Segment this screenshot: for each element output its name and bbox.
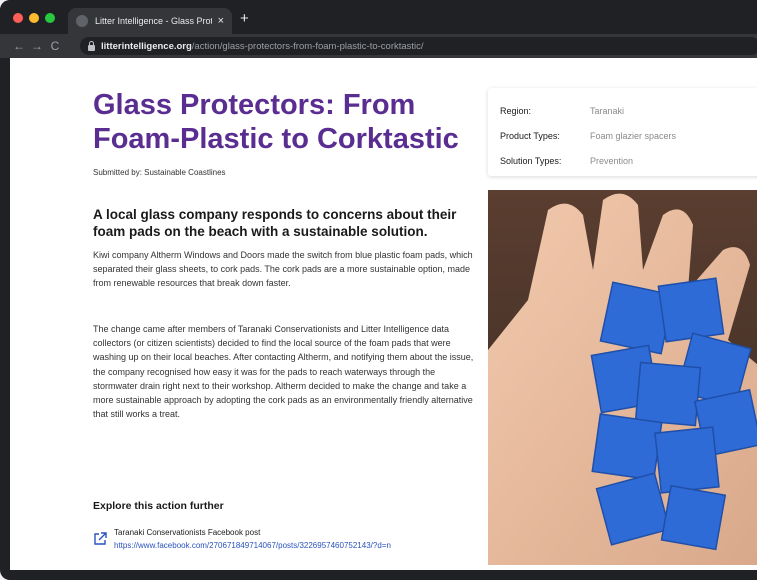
- new-tab-button[interactable]: +: [240, 10, 249, 28]
- tab-bar: Litter Intelligence - Glass Prote × +: [0, 0, 757, 34]
- favicon-icon: [76, 15, 88, 27]
- info-row-product-types: Product Types: Foam glazier spacers: [500, 123, 756, 148]
- explore-heading: Explore this action further: [93, 500, 224, 512]
- close-window-button[interactable]: [13, 13, 23, 23]
- tab-close-icon[interactable]: ×: [218, 15, 224, 27]
- info-card: Region: Taranaki Product Types: Foam gla…: [488, 88, 757, 176]
- tab-title: Litter Intelligence - Glass Prote: [95, 16, 212, 26]
- info-value: Taranaki: [590, 105, 625, 116]
- info-key: Region:: [500, 105, 532, 116]
- url-path: /action/glass-protectors-from-foam-plast…: [191, 40, 424, 52]
- submitted-by: Submitted by: Sustainable Coastlines: [93, 168, 226, 177]
- article-subtitle: A local glass company responds to concer…: [93, 207, 457, 239]
- info-value: Prevention: [590, 155, 634, 166]
- external-link-label[interactable]: Taranaki Conservationists Facebook post: [114, 528, 260, 537]
- info-key: Product Types:: [500, 130, 560, 141]
- back-button[interactable]: ←: [10, 39, 28, 53]
- browser-tab[interactable]: Litter Intelligence - Glass Prote ×: [68, 8, 232, 34]
- browser-toolbar: ← → C litterintelligence.org/action/glas…: [0, 34, 757, 58]
- page-title: Glass Protectors: From Foam-Plastic to C…: [93, 89, 459, 155]
- article-paragraph: Kiwi company Altherm Windows and Doors m…: [93, 250, 473, 289]
- external-link-url[interactable]: https://www.facebook.com/270671849714067…: [114, 541, 391, 550]
- lock-icon: [88, 40, 95, 51]
- info-row-region: Region: Taranaki: [500, 98, 756, 123]
- address-bar[interactable]: litterintelligence.org/action/glass-prot…: [80, 37, 757, 55]
- reload-button[interactable]: C: [46, 39, 64, 53]
- forward-button[interactable]: →: [28, 39, 46, 53]
- article-paragraph: The change came after members of Taranak…: [93, 324, 474, 420]
- maximize-window-button[interactable]: [45, 13, 55, 23]
- cork-pads-photo: [488, 190, 757, 565]
- url-host: litterintelligence.org: [101, 40, 192, 52]
- info-key: Solution Types:: [500, 155, 562, 166]
- minimize-window-button[interactable]: [29, 13, 39, 23]
- info-value: Foam glazier spacers: [590, 130, 677, 141]
- info-row-solution-types: Solution Types: Prevention: [500, 148, 756, 173]
- external-link-icon[interactable]: [93, 532, 107, 546]
- browser-window: Litter Intelligence - Glass Prote × + ← …: [0, 0, 757, 580]
- page-content: Glass Protectors: From Foam-Plastic to C…: [10, 58, 757, 570]
